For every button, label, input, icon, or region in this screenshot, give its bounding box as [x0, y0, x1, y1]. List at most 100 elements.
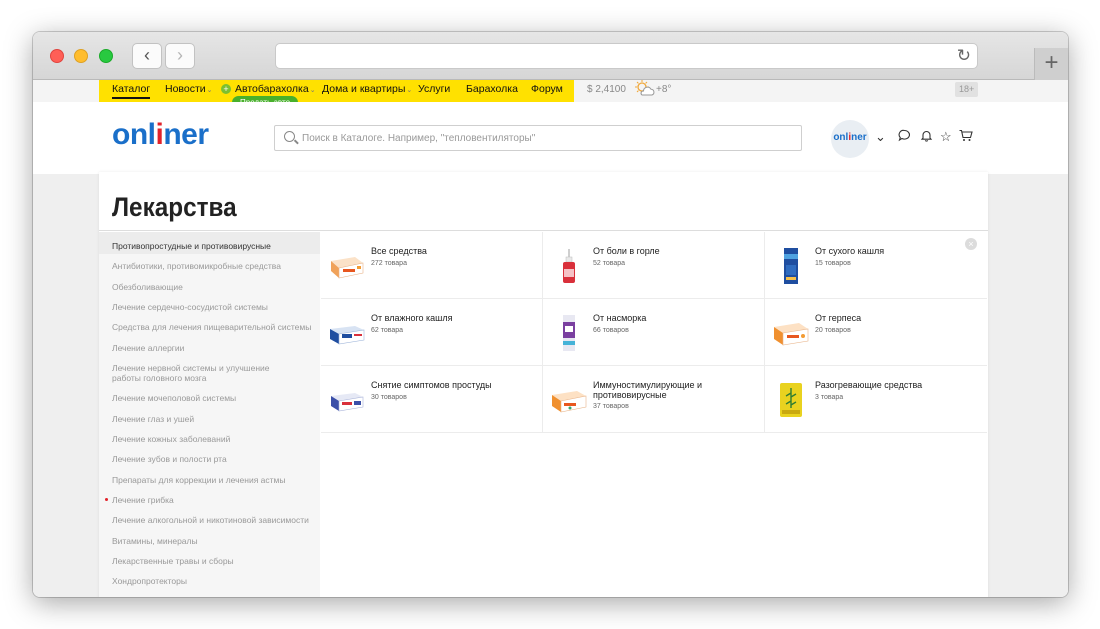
chevron-down-icon[interactable]: ⌄ [875, 129, 886, 145]
catalog-content: Лекарства Противопростудные и противовир… [99, 172, 988, 597]
powder-box-icon [331, 393, 364, 412]
category-title: Иммуностимулирующие и противовирусные [593, 380, 703, 400]
page-viewport: Каталог Новости⌄ + Автобарахолка⌄ Дома и … [33, 80, 1068, 597]
category-card[interactable]: Все средства 272 товара [321, 232, 543, 299]
herbal-pack-icon [780, 383, 802, 417]
onliner-logo[interactable]: onliner [112, 118, 209, 152]
sidebar-item-allergy[interactable]: Лечение аллергии [112, 343, 312, 353]
reload-icon[interactable]: ↻ [957, 46, 971, 66]
close-icon[interactable]: × [965, 238, 977, 250]
topnav-forum[interactable]: Форум [531, 83, 563, 95]
category-title: От сухого кашля [815, 246, 885, 256]
cart-svg [959, 129, 973, 141]
category-title: От боли в горле [593, 246, 660, 256]
sun-cloud-icon [635, 80, 655, 96]
avatar-text-end: ner [851, 132, 867, 143]
forward-button[interactable]: › [165, 43, 195, 69]
sidebar-item-cold-antiviral[interactable]: Противопростудные и противовирусные [112, 241, 312, 251]
sidebar-item-painkillers[interactable]: Обезболивающие [112, 282, 312, 292]
topnav-autobaraholka[interactable]: + Автобарахолка⌄ [221, 83, 316, 95]
address-bar[interactable]: ↻ [275, 43, 978, 69]
sidebar-item-urogenital[interactable]: Лечение мочеполовой системы [112, 393, 312, 403]
topnav-baraholka[interactable]: Барахолка [466, 83, 518, 95]
sidebar-item-eyes-ears[interactable]: Лечение глаз и ушей [112, 414, 312, 424]
top-navigation: Каталог Новости⌄ + Автобарахолка⌄ Дома и … [33, 80, 1068, 109]
category-title: От герпеса [815, 313, 862, 323]
plus-icon: + [1044, 49, 1059, 76]
category-card[interactable]: Иммуностимулирующие и противовирусные 37… [543, 366, 765, 433]
divider [99, 230, 988, 231]
category-count: 3 товара [815, 394, 844, 401]
bell-svg [920, 130, 933, 142]
browser-window: ‹ › ↻ + Каталог Новости⌄ + Автобарахолка⌄… [33, 32, 1068, 597]
topnav-news[interactable]: Новости⌄ [165, 83, 213, 95]
search-input[interactable] [302, 130, 792, 146]
category-title: Снятие симптомов простуды [371, 380, 492, 390]
nasal-spray-icon [563, 315, 575, 351]
sidebar-item-teeth[interactable]: Лечение зубов и полости рта [112, 454, 312, 464]
chevron-down-icon: ⌄ [206, 87, 213, 94]
chevron-down-icon: ⌄ [406, 87, 413, 94]
spray-bottle-icon [563, 249, 575, 283]
temperature[interactable]: +8° [656, 84, 671, 95]
cream-box-icon [774, 323, 809, 346]
category-card[interactable]: От сухого кашля 15 товаров [765, 232, 987, 299]
topnav-news-label: Новости [165, 83, 206, 95]
close-window-button[interactable] [50, 49, 64, 63]
sidebar-item-vitamins[interactable]: Витамины, минералы [112, 536, 312, 546]
topnav-services[interactable]: Услуги [418, 83, 450, 95]
category-count: 15 товаров [815, 260, 851, 267]
sidebar-item-fungus[interactable]: Лечение грибка [105, 495, 312, 505]
sidebar-item-nervous[interactable]: Лечение нервной системы и улучшение рабо… [112, 363, 297, 383]
sidebar-item-skin[interactable]: Лечение кожных заболеваний [112, 434, 312, 444]
category-card[interactable]: Разогревающие средства 3 товара [765, 366, 987, 433]
category-title: Разогревающие средства [815, 380, 923, 390]
chat-icon[interactable] [898, 129, 911, 146]
sidebar-item-addiction[interactable]: Лечение алкогольной и никотиновой зависи… [112, 515, 312, 525]
category-title: От насморка [593, 313, 647, 323]
new-tab-button[interactable]: + [1034, 48, 1068, 80]
site-header: onliner onliner ⌄ ☆ [33, 102, 1068, 174]
browser-toolbar: ‹ › ↻ + [33, 32, 1068, 80]
sidebar-item-herbs[interactable]: Лекарственные травы и сборы [112, 556, 312, 566]
category-count: 62 товара [371, 327, 404, 334]
logo-text-end: ner [163, 118, 209, 151]
topnav-autobaraholka-label: Автобарахолка [235, 83, 309, 95]
topnav-realty[interactable]: Дома и квартиры⌄ [322, 83, 412, 95]
category-count: 52 товара [593, 260, 626, 267]
category-card[interactable]: От боли в горле 52 товара [543, 232, 765, 299]
chevron-down-icon: ⌄ [309, 87, 316, 94]
chevron-left-icon: ‹ [144, 45, 150, 65]
category-card[interactable]: От влажного кашля 62 товара [321, 299, 543, 366]
catalog-search[interactable] [274, 125, 802, 151]
star-icon[interactable]: ☆ [940, 129, 952, 145]
bell-icon[interactable] [920, 129, 933, 146]
category-card[interactable]: От герпеса 20 товаров [765, 299, 987, 366]
category-card[interactable]: Снятие симптомов простуды 30 товаров [321, 366, 543, 433]
sidebar-item-antibiotics[interactable]: Антибиотики, противомикробные средства [112, 261, 312, 271]
chat-bubble-svg [898, 129, 910, 142]
sidebar-item-asthma[interactable]: Препараты для коррекции и лечения астмы [112, 475, 312, 485]
category-title: От влажного кашля [371, 313, 453, 323]
topnav-catalog[interactable]: Каталог [112, 83, 151, 99]
category-count: 66 товаров [593, 327, 629, 334]
avatar[interactable]: onliner [831, 120, 869, 158]
sidebar-item-chondroprotectors[interactable]: Хондропротекторы [112, 576, 312, 586]
weather-icon [635, 80, 655, 101]
plus-circle-icon: + [221, 84, 231, 94]
tablet-box-icon [330, 326, 365, 345]
zoom-window-button[interactable] [99, 49, 113, 63]
category-card[interactable]: От насморка 66 товаров [543, 299, 765, 366]
minimize-window-button[interactable] [74, 49, 88, 63]
category-count: 37 товаров [593, 403, 629, 410]
sidebar-item-cardio[interactable]: Лечение сердечно-сосудистой системы [112, 302, 312, 312]
cart-icon[interactable] [959, 129, 973, 146]
category-count: 20 товаров [815, 327, 851, 334]
search-icon [284, 131, 295, 142]
sidebar-item-digestive[interactable]: Средства для лечения пищеварительной сис… [112, 322, 312, 332]
back-button[interactable]: ‹ [132, 43, 162, 69]
currency-rate[interactable]: $ 2,4100 [587, 84, 626, 95]
avatar-text: onl [833, 132, 849, 143]
category-count: 272 товара [371, 260, 407, 267]
category-sidebar: Противопростудные и противовирусные Анти… [99, 232, 320, 597]
